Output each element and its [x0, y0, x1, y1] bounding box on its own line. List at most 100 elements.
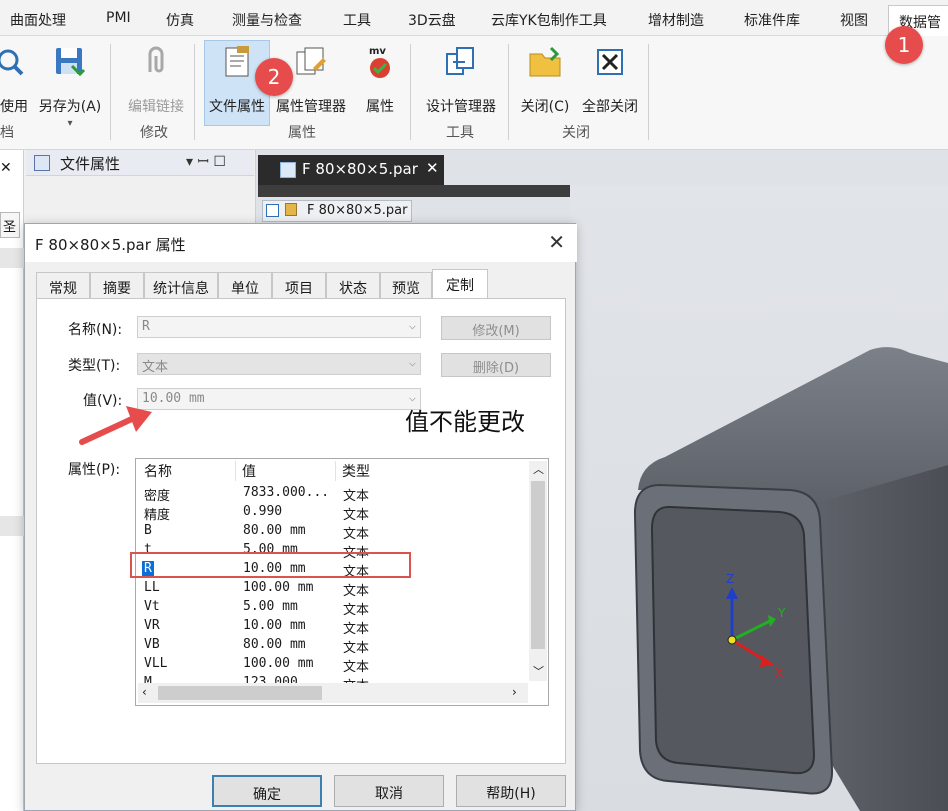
- close-all-label: 全部关闭: [582, 99, 638, 115]
- close-icon[interactable]: ✕: [0, 160, 12, 176]
- z-axis-label: Z: [726, 572, 734, 586]
- group-separator: [194, 44, 195, 140]
- pane-icon: [34, 155, 50, 171]
- modify-button[interactable]: 修改(M): [441, 316, 551, 340]
- type-combo[interactable]: 文本 ⌵: [137, 353, 421, 375]
- name-label: 名称(N):: [68, 322, 123, 338]
- chevron-up-icon[interactable]: ︿: [533, 461, 544, 477]
- search-icon: [0, 44, 32, 80]
- pane-header: 文件属性 ▾ ꟷ ☐: [26, 150, 254, 176]
- close-button[interactable]: 关闭(C): [518, 44, 572, 116]
- 3d-viewport[interactable]: Z Y X: [570, 185, 948, 811]
- chevron-down-icon[interactable]: ⌵: [409, 318, 416, 332]
- tab-3d-cloud[interactable]: 3D云盘: [408, 10, 456, 30]
- table-row[interactable]: M123.000...文本: [136, 674, 526, 683]
- chevron-left-icon[interactable]: ‹: [142, 685, 147, 699]
- svg-text:mv: mv: [369, 46, 386, 57]
- table-row[interactable]: VR 10.00 mm 文本: [136, 617, 526, 637]
- horizontal-scrollbar[interactable]: ‹ ›: [138, 683, 528, 703]
- chevron-right-icon[interactable]: ›: [512, 685, 517, 699]
- property-manager-icon: [293, 44, 329, 80]
- group-separator: [410, 44, 411, 140]
- scrollbar-thumb[interactable]: [158, 686, 322, 700]
- tab-custom[interactable]: 定制: [432, 269, 488, 299]
- pane-title: 文件属性: [60, 155, 121, 173]
- chevron-down-icon[interactable]: ⌵: [409, 355, 416, 369]
- document-tab[interactable]: F 80×80×5.par ✕: [258, 155, 444, 185]
- tab-summary[interactable]: 摘要: [90, 272, 144, 298]
- annotation-arrow-icon: [79, 406, 152, 445]
- use-button[interactable]: 使用: [0, 44, 34, 116]
- side-button-partial[interactable]: 圣: [0, 212, 20, 238]
- close-icon[interactable]: ✕: [548, 230, 565, 254]
- tab-surface[interactable]: 曲面处理: [10, 10, 66, 30]
- column-header-type[interactable]: 类型: [336, 461, 526, 481]
- pane-controls-icon[interactable]: ▾ ꟷ ☐: [186, 152, 226, 171]
- name-combo[interactable]: R ⌵: [137, 316, 421, 338]
- part-file-icon: [280, 162, 296, 178]
- tab-yk-tools[interactable]: 云库YK包制作工具: [491, 10, 607, 30]
- annotation-note: 值不能更改: [405, 408, 525, 436]
- table-row[interactable]: 密度 7833.000... 文本: [136, 484, 526, 504]
- tab-statistics[interactable]: 统计信息: [144, 272, 218, 298]
- vertical-scrollbar[interactable]: ︿ ﹀: [529, 461, 547, 681]
- paperclip-icon: [138, 44, 174, 80]
- x-axis-label: X: [775, 666, 783, 680]
- close-all-button[interactable]: 全部关闭: [578, 44, 642, 116]
- table-row[interactable]: VB 80.00 mm 文本: [136, 636, 526, 656]
- dialog-title: F 80×80×5.par 属性: [35, 236, 186, 254]
- group-label-doc: 档: [0, 125, 14, 141]
- type-label: 类型(T):: [68, 358, 121, 374]
- properties-label: 属性(P):: [68, 462, 121, 478]
- tab-general[interactable]: 常规: [36, 272, 90, 298]
- tab-additive[interactable]: 增材制造: [648, 10, 704, 30]
- dialog-titlebar: F 80×80×5.par 属性 ✕: [25, 224, 577, 262]
- cancel-button[interactable]: 取消: [334, 775, 444, 807]
- chevron-down-icon[interactable]: ▾: [36, 118, 104, 129]
- group-label-properties: 属性: [288, 125, 316, 141]
- mv-properties-icon: mv: [362, 44, 398, 80]
- column-header-name[interactable]: 名称: [138, 461, 236, 481]
- step-badge-1: 1: [885, 26, 923, 64]
- name-value: R: [142, 319, 150, 334]
- save-as-button[interactable]: 另存为(A) ▾: [36, 44, 104, 129]
- ribbon: 使用 另存为(A) ▾ 档 编辑链接 修改 文件属性 属性管理器 mv 属性 属…: [0, 36, 948, 150]
- group-label-close: 关闭: [562, 125, 590, 141]
- chevron-down-icon[interactable]: ﹀: [533, 663, 544, 679]
- property-manager-label: 属性管理器: [276, 99, 346, 115]
- tab-simulation[interactable]: 仿真: [166, 10, 194, 30]
- model-breadcrumb[interactable]: F 80×80×5.par: [262, 200, 412, 222]
- tab-view[interactable]: 视图: [840, 10, 868, 30]
- table-row[interactable]: B 80.00 mm 文本: [136, 522, 526, 542]
- highlight-box: [130, 552, 411, 578]
- side-row: [0, 248, 24, 268]
- tab-project[interactable]: 项目: [272, 272, 326, 298]
- close-icon[interactable]: ✕: [426, 159, 439, 177]
- design-manager-button[interactable]: 设计管理器: [422, 44, 500, 116]
- scrollbar-thumb[interactable]: [531, 481, 545, 649]
- step-badge-2: 2: [255, 58, 293, 96]
- edit-links-button[interactable]: 编辑链接: [126, 44, 186, 116]
- column-header-value[interactable]: 值: [236, 461, 336, 481]
- value-combo[interactable]: 10.00 mm ⌵: [137, 388, 421, 410]
- help-button[interactable]: 帮助(H): [456, 775, 566, 807]
- table-row[interactable]: 精度 0.990 文本: [136, 503, 526, 523]
- tab-measure[interactable]: 测量与检查: [232, 10, 302, 30]
- tab-tools[interactable]: 工具: [343, 10, 371, 30]
- table-row[interactable]: LL 100.00 mm 文本: [136, 579, 526, 599]
- tab-pmi[interactable]: PMI: [106, 10, 131, 26]
- table-row[interactable]: Vt 5.00 mm 文本: [136, 598, 526, 618]
- ok-button[interactable]: 确定: [212, 775, 322, 807]
- tab-units[interactable]: 单位: [218, 272, 272, 298]
- tab-preview[interactable]: 预览: [380, 272, 432, 298]
- breadcrumb-text: F 80×80×5.par: [307, 203, 408, 218]
- delete-button[interactable]: 删除(D): [441, 353, 551, 377]
- tab-status[interactable]: 状态: [326, 272, 380, 298]
- left-side-strip: ✕ 圣: [0, 150, 24, 811]
- properties-label: 属性: [366, 99, 394, 115]
- properties-button[interactable]: mv 属性: [360, 44, 400, 116]
- lock-icon: [285, 203, 297, 216]
- table-row[interactable]: VLL 100.00 mm 文本: [136, 655, 526, 675]
- tab-standard-parts[interactable]: 标准件库: [744, 10, 800, 30]
- properties-list[interactable]: 名称 值 类型 密度 7833.000... 文本 精度 0.990 文本 B 80.00…: [135, 458, 549, 706]
